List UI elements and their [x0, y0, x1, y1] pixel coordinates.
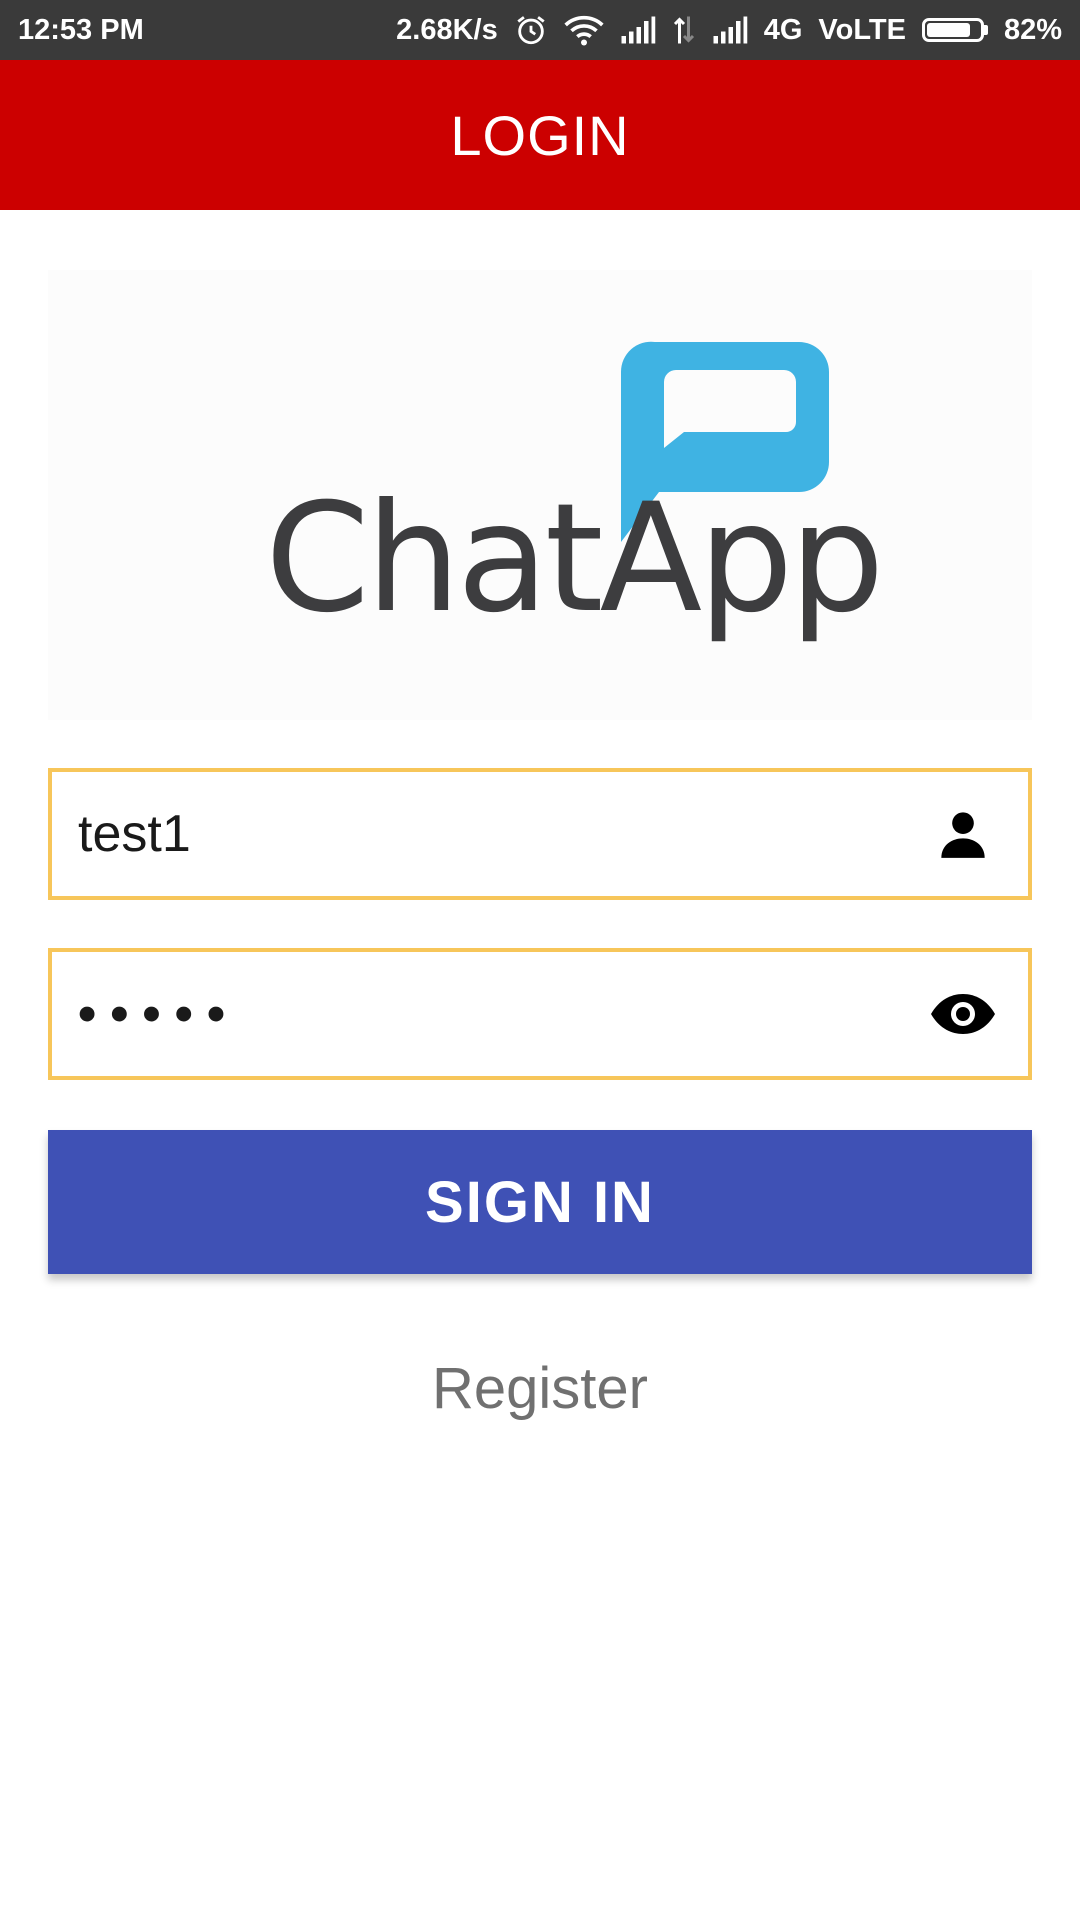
svg-text:ChatApp: ChatApp [265, 472, 881, 646]
chatapp-logo: ChatApp [48, 270, 1032, 720]
status-indicators: 2.68K/s 4G VoLTE 82% [396, 13, 1062, 47]
wifi-icon [564, 13, 604, 47]
sign-in-button[interactable]: SIGN IN [48, 1130, 1032, 1274]
network-type: 4G [763, 13, 803, 46]
data-arrows-icon [672, 15, 696, 45]
username-field[interactable]: test1 [48, 768, 1032, 900]
battery-icon [921, 18, 988, 42]
page-title: LOGIN [450, 103, 630, 167]
status-bar: 12:53 PM 2.68K/s 4G VoLTE 82% [0, 0, 1080, 60]
signal-icon [712, 15, 748, 45]
password-field[interactable]: ••••• [48, 948, 1032, 1080]
logo-text-chat: Chat [265, 472, 601, 646]
logo-text-app: App [600, 472, 881, 646]
volte-label: VoLTE [818, 13, 906, 46]
status-time: 12:53 PM [18, 13, 144, 46]
eye-icon[interactable] [928, 979, 998, 1049]
app-bar: LOGIN [0, 60, 1080, 210]
login-screen: 12:53 PM 2.68K/s 4G VoLTE 82% LOGIN Chat… [0, 0, 1080, 1920]
signal-icon [620, 15, 656, 45]
person-icon [928, 799, 998, 869]
alarm-icon [514, 13, 548, 47]
net-speed: 2.68K/s [396, 13, 498, 46]
username-input[interactable]: test1 [78, 804, 928, 864]
battery-percent: 82% [1003, 13, 1062, 46]
register-link[interactable]: Register [0, 1355, 1080, 1422]
password-input[interactable]: ••••• [78, 984, 928, 1044]
